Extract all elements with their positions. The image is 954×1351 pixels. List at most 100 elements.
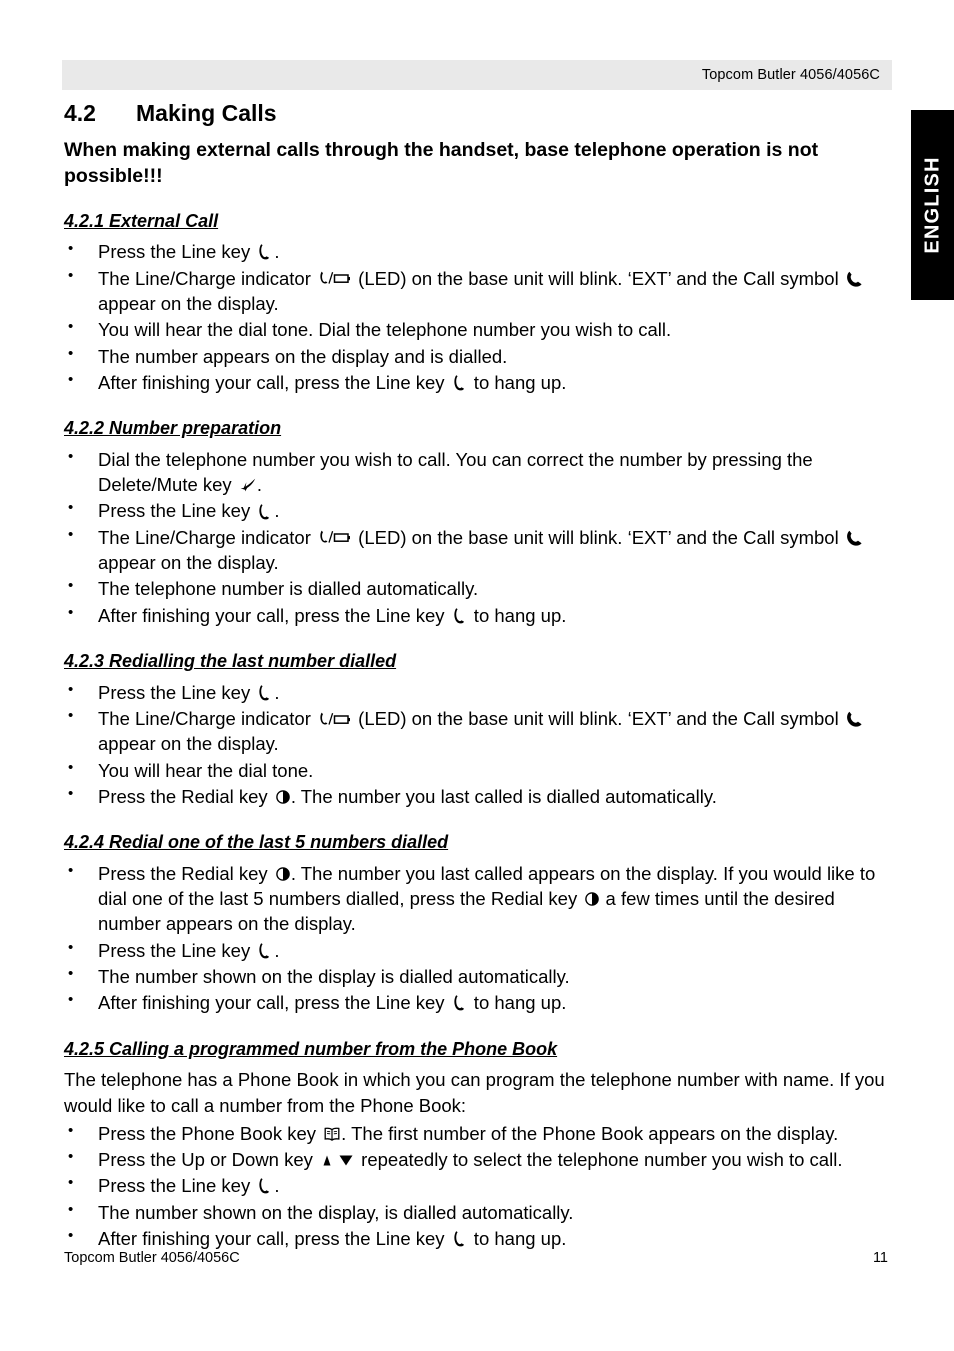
list-item: Press the Line key . <box>64 239 888 264</box>
list-item: The number shown on the display, is dial… <box>64 1200 888 1225</box>
list-item: After finishing your call, press the Lin… <box>64 1226 888 1251</box>
instruction-list: Press the Phone Book key . The first num… <box>64 1121 888 1252</box>
bullet-text-run: . <box>274 681 280 703</box>
bullet-text-run: After finishing your call, press the Lin… <box>98 1228 450 1250</box>
section-title-text: Making Calls <box>136 100 277 126</box>
language-tab-label: ENGLISH <box>921 156 943 254</box>
page-header-band: Topcom Butler 4056/4056C <box>62 60 892 90</box>
list-item: Press the Redial key . The number you la… <box>64 784 888 809</box>
bullet-text-run: appear on the display. <box>98 292 279 314</box>
bullet-text-run: (LED) on the base unit will blink. ‘EXT’… <box>353 707 844 729</box>
call-handset-icon <box>846 530 863 546</box>
bullet-text-run: The number shown on the display is diall… <box>98 966 570 988</box>
bullet-text-run: . <box>274 500 280 522</box>
bullet-text-run: Press the Up or Down key <box>98 1148 319 1170</box>
subsection-intro-paragraph: The telephone has a Phone Book in which … <box>64 1069 885 1117</box>
list-item: The number shown on the display is diall… <box>64 964 888 989</box>
line-charge-indicator-icon <box>319 270 351 287</box>
subsection-heading: 4.2.2 Number preparation <box>64 418 282 439</box>
list-item: Press the Line key . <box>64 498 888 523</box>
line-key-handset-icon <box>453 607 468 624</box>
line-key-handset-icon <box>258 942 273 959</box>
bullet-text-run: After finishing your call, press the Lin… <box>98 372 450 394</box>
bullet-text-run: You will hear the dial tone. <box>98 759 314 781</box>
line-key-handset-icon <box>258 503 273 520</box>
page-footer: Topcom Butler 4056/4056C 11 <box>64 1250 888 1266</box>
subsections-container: 4.2.1 External CallPress the Line key .T… <box>64 210 888 1251</box>
bullet-text-run: appear on the display. <box>98 733 279 755</box>
subsection: 4.2.4 Redial one of the last 5 numbers d… <box>64 831 888 1015</box>
list-item: After finishing your call, press the Lin… <box>64 603 888 628</box>
bullet-text-run: (LED) on the base unit will blink. ‘EXT’… <box>353 526 844 548</box>
call-handset-icon <box>846 271 863 287</box>
list-item: Press the Line key . <box>64 680 888 705</box>
bullet-text-run: . <box>256 474 262 496</box>
list-item: Press the Up or Down key repeatedly to s… <box>64 1147 888 1172</box>
footer-product-name: Topcom Butler 4056/4056C <box>64 1250 240 1266</box>
list-item: Press the Line key . <box>64 938 888 963</box>
redial-half-circle-icon <box>585 892 600 906</box>
bullet-text-run: to hang up. <box>468 1228 567 1250</box>
section-lead-warning: When making external calls through the h… <box>64 139 819 188</box>
bullet-text-run: . <box>274 1175 280 1197</box>
line-charge-indicator-icon <box>319 711 351 728</box>
line-key-handset-icon <box>453 994 468 1011</box>
bullet-text-run: Press the Redial key <box>98 785 273 807</box>
bullet-text-run: to hang up. <box>468 372 567 394</box>
line-key-handset-icon <box>258 684 273 701</box>
delete-mute-arrow-icon <box>240 478 256 492</box>
list-item: Press the Line key . <box>64 1173 888 1198</box>
page-content: 4.2 Making Calls When making external ca… <box>64 100 888 1252</box>
bullet-text-run: Press the Line key <box>98 939 256 961</box>
bullet-text-run: (LED) on the base unit will blink. ‘EXT’… <box>353 267 844 289</box>
bullet-text-run: The Line/Charge indicator <box>98 526 317 548</box>
bullet-text-run: appear on the display. <box>98 552 279 574</box>
language-tab: ENGLISH <box>911 110 954 300</box>
list-item: The telephone number is dialled automati… <box>64 576 888 601</box>
running-head: Topcom Butler 4056/4056C <box>701 67 880 83</box>
redial-half-circle-icon <box>276 790 290 804</box>
line-key-handset-icon <box>258 243 273 260</box>
bullet-text-run: The number shown on the display, is dial… <box>98 1201 574 1223</box>
list-item: Press the Phone Book key . The first num… <box>64 1121 888 1146</box>
footer-page-number: 11 <box>872 1250 888 1266</box>
section-number: 4.2 <box>64 100 96 126</box>
bullet-text-run: The Line/Charge indicator <box>98 707 317 729</box>
list-item: The Line/Charge indicator (LED) on the b… <box>64 525 888 576</box>
list-item: After finishing your call, press the Lin… <box>64 990 888 1015</box>
bullet-text-run: repeatedly to select the telephone numbe… <box>356 1148 843 1170</box>
list-item: The Line/Charge indicator (LED) on the b… <box>64 706 888 757</box>
list-item: After finishing your call, press the Lin… <box>64 370 888 395</box>
bullet-text-run: The number appears on the display and is… <box>98 345 508 367</box>
bullet-text-run: Press the Line key <box>98 241 256 263</box>
instruction-list: Press the Line key .The Line/Charge indi… <box>64 239 888 395</box>
bullet-text-run: . <box>274 241 280 263</box>
subsection: 4.2.2 Number preparation Dial the telepho… <box>64 417 888 628</box>
bullet-text-run: Press the Line key <box>98 500 256 522</box>
list-item: You will hear the dial tone. Dial the te… <box>64 317 888 342</box>
phone-book-open-book-icon <box>324 1127 340 1141</box>
list-item: Press the Redial key . The number you la… <box>64 861 888 937</box>
list-item: The Line/Charge indicator (LED) on the b… <box>64 266 888 317</box>
page-title: 4.2 Making Calls <box>64 100 888 126</box>
bullet-text-run: . The number you last called is dialled … <box>290 785 717 807</box>
bullet-text-run: to hang up. <box>468 992 567 1014</box>
bullet-text-run: You will hear the dial tone. Dial the te… <box>98 319 672 341</box>
bullet-text-run: After finishing your call, press the Lin… <box>98 604 450 626</box>
bullet-text-run: Dial the telephone number you wish to ca… <box>98 448 813 496</box>
bullet-text-run: The telephone number is dialled automati… <box>98 578 479 600</box>
line-key-handset-icon <box>453 1230 468 1247</box>
bullet-text-run: Press the Line key <box>98 681 256 703</box>
instruction-list: Press the Line key .The Line/Charge indi… <box>64 680 888 810</box>
subsection-heading: 4.2.4 Redial one of the last 5 numbers d… <box>64 832 449 853</box>
bullet-text-run: . <box>274 939 280 961</box>
call-handset-icon <box>846 711 863 727</box>
bullet-text-run: After finishing your call, press the Lin… <box>98 992 450 1014</box>
subsection: 4.2.1 External CallPress the Line key .T… <box>64 210 888 395</box>
instruction-list: Dial the telephone number you wish to ca… <box>64 447 888 628</box>
instruction-list: Press the Redial key . The number you la… <box>64 861 888 1016</box>
bullet-text-run: Press the Redial key <box>98 862 273 884</box>
list-item: Dial the telephone number you wish to ca… <box>64 447 888 498</box>
redial-half-circle-icon <box>276 866 290 881</box>
bullet-text-run: The Line/Charge indicator <box>98 267 317 289</box>
